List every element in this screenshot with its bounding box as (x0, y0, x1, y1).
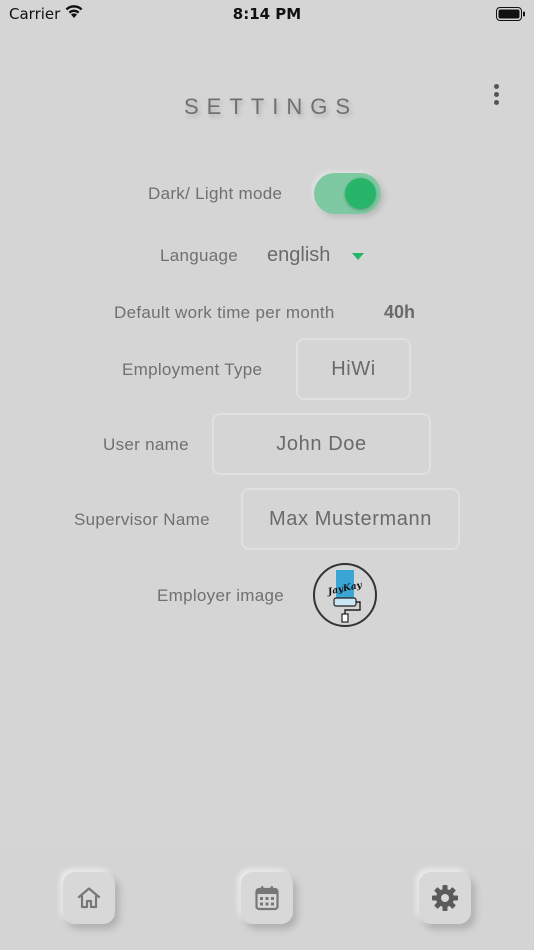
work-time-label: Default work time per month (114, 303, 335, 322)
user-name-label: User name (103, 435, 189, 454)
work-time-value: 40h (384, 302, 416, 322)
employer-logo-button[interactable]: JayKay (313, 563, 377, 627)
more-vertical-icon[interactable] (488, 84, 504, 110)
dark-mode-label: Dark/ Light mode (148, 184, 283, 203)
supervisor-name-field[interactable]: Max Mustermann (241, 488, 460, 550)
dropdown-caret-icon[interactable] (352, 253, 364, 260)
supervisor-name-label: Supervisor Name (74, 510, 210, 529)
employer-image-label: Employer image (157, 586, 285, 605)
status-bar: Carrier 8:14 PM (0, 0, 534, 28)
nav-home-button[interactable] (63, 872, 115, 924)
nav-calendar-button[interactable] (241, 872, 293, 924)
calendar-icon (255, 886, 279, 911)
user-name-field[interactable]: John Doe (212, 413, 431, 475)
paint-roller-logo: JayKay (325, 570, 364, 623)
employment-type-label: Employment Type (122, 360, 263, 379)
language-label: Language (160, 246, 239, 265)
status-time: 8:14 PM (232, 5, 302, 23)
nav-settings-button[interactable] (419, 872, 471, 924)
gear-icon (432, 885, 458, 911)
page-title: SETTINGS (183, 94, 358, 119)
battery-icon (496, 6, 526, 25)
employment-type-field[interactable]: HiWi (296, 338, 411, 400)
language-dropdown[interactable]: english (267, 244, 330, 267)
dark-mode-toggle[interactable] (314, 173, 381, 214)
home-icon (77, 887, 101, 909)
toggle-knob (345, 178, 376, 209)
